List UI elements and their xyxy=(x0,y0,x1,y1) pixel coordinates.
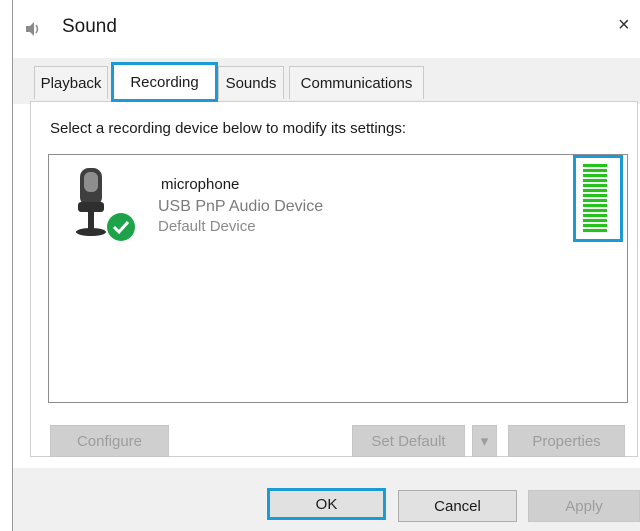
level-meter-bar xyxy=(583,184,607,187)
level-meter-bar xyxy=(583,204,607,207)
close-button[interactable]: × xyxy=(618,14,640,42)
device-name: microphone xyxy=(161,176,240,193)
device-status: Default Device xyxy=(158,218,256,235)
tab-recording[interactable]: Recording xyxy=(111,62,218,102)
instruction-text: Select a recording device below to modif… xyxy=(50,120,407,137)
properties-button[interactable]: Properties xyxy=(508,425,625,457)
apply-button[interactable]: Apply xyxy=(528,490,640,522)
level-meter-bar xyxy=(583,219,607,222)
level-meter-bar xyxy=(583,179,607,182)
level-meter-bar xyxy=(583,224,607,227)
checkmark-icon xyxy=(107,213,135,241)
level-meter-bar xyxy=(583,164,607,167)
speaker-icon xyxy=(26,22,39,36)
tab-communications[interactable]: Communications xyxy=(289,66,424,99)
level-meter-bar xyxy=(583,169,607,172)
ok-button[interactable]: OK xyxy=(267,488,386,520)
cancel-button[interactable]: Cancel xyxy=(398,490,517,522)
level-meter-bar xyxy=(583,209,607,212)
level-meter-bar xyxy=(583,189,607,192)
level-meter-bar xyxy=(583,229,607,232)
device-list-item[interactable] xyxy=(58,162,618,252)
device-description: USB PnP Audio Device xyxy=(158,198,324,215)
level-meter-bar xyxy=(583,174,607,177)
window-title: Sound xyxy=(62,16,117,37)
level-meter-bar xyxy=(583,194,607,197)
tab-sounds[interactable]: Sounds xyxy=(218,66,284,99)
level-meter-bar xyxy=(583,214,607,217)
set-default-button[interactable]: Set Default xyxy=(352,425,465,457)
level-meter-bar xyxy=(583,199,607,202)
configure-button[interactable]: Configure xyxy=(50,425,169,457)
tab-playback[interactable]: Playback xyxy=(34,66,108,99)
level-meter xyxy=(583,163,607,233)
set-default-dropdown[interactable]: ▾ xyxy=(472,425,497,457)
